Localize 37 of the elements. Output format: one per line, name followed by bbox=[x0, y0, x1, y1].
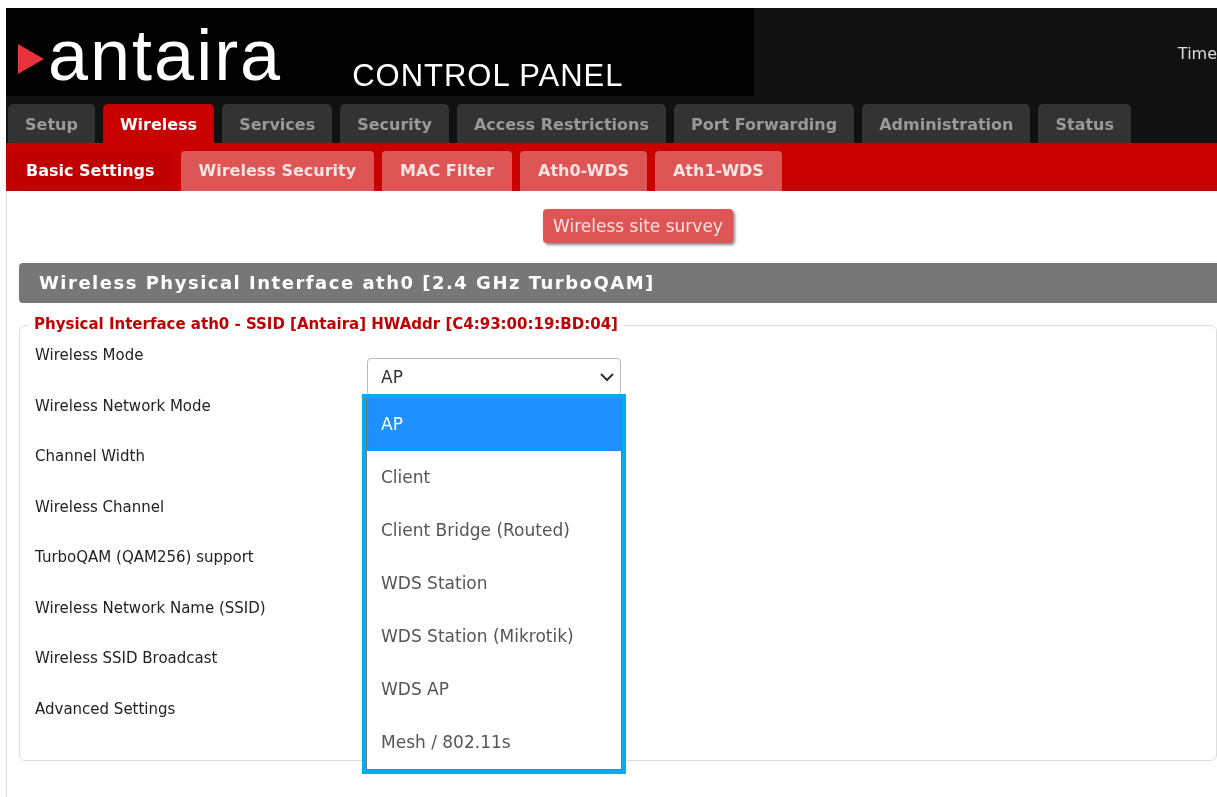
nav-tab[interactable]: Security bbox=[340, 104, 449, 143]
section-header: Wireless Physical Interface ath0 [2.4 GHz TurboQAM] bbox=[19, 263, 1217, 303]
nav-tab[interactable]: Access Restrictions bbox=[456, 104, 666, 143]
logo-subtitle: CONTROL PANEL bbox=[352, 58, 624, 95]
nav-tab[interactable]: Setup bbox=[8, 104, 95, 143]
dropdown-option[interactable]: AP bbox=[366, 398, 622, 451]
dropdown-option[interactable]: WDS AP bbox=[366, 663, 622, 716]
field-label: Channel Width bbox=[35, 446, 145, 467]
sub-tab[interactable]: Ath0-WDS bbox=[520, 151, 647, 191]
field-label: Advanced Settings bbox=[35, 698, 176, 720]
field-label: Wireless Mode bbox=[35, 345, 144, 366]
field-label: Wireless Network Mode bbox=[35, 395, 211, 417]
field-label: Wireless Network Name (SSID) bbox=[35, 597, 266, 619]
dropdown-option[interactable]: Client Bridge (Routed) bbox=[366, 504, 622, 557]
time-label: Time bbox=[1177, 44, 1217, 65]
dropdown-option[interactable]: WDS Station (Mikrotik) bbox=[366, 610, 622, 663]
logo-text: antaira bbox=[48, 18, 283, 96]
fieldset-legend: Physical Interface ath0 - SSID [Antaira] HWAddr [C4:93:00:19:BD:04] bbox=[28, 315, 624, 333]
field-label: Wireless SSID Broadcast bbox=[35, 648, 218, 669]
dropdown-option[interactable]: WDS Station bbox=[366, 557, 622, 610]
dropdown-option[interactable]: Mesh / 802.11s bbox=[366, 716, 622, 770]
sub-tab[interactable]: Basic Settings bbox=[8, 151, 173, 191]
sub-tab[interactable]: Wireless Security bbox=[180, 151, 375, 191]
wireless-mode-select[interactable]: AP bbox=[367, 358, 621, 396]
nav-tab[interactable]: Services bbox=[222, 104, 333, 143]
nav-tab[interactable]: Status bbox=[1038, 104, 1131, 143]
play-icon bbox=[16, 42, 46, 76]
nav-tab[interactable]: Administration bbox=[862, 104, 1031, 143]
nav-tab[interactable]: Port Forwarding bbox=[673, 104, 855, 143]
sub-tab[interactable]: Ath1-WDS bbox=[654, 151, 782, 191]
dropdown-option[interactable]: Client bbox=[366, 451, 622, 504]
chevron-icon bbox=[600, 372, 614, 382]
site-survey-button[interactable]: Wireless site survey bbox=[543, 209, 733, 243]
nav-tab[interactable]: Wireless bbox=[102, 104, 215, 143]
field-label: TurboQAM (QAM256) support bbox=[35, 547, 254, 568]
field-label: Wireless Channel bbox=[35, 496, 165, 518]
sub-tab[interactable]: MAC Filter bbox=[382, 151, 512, 191]
